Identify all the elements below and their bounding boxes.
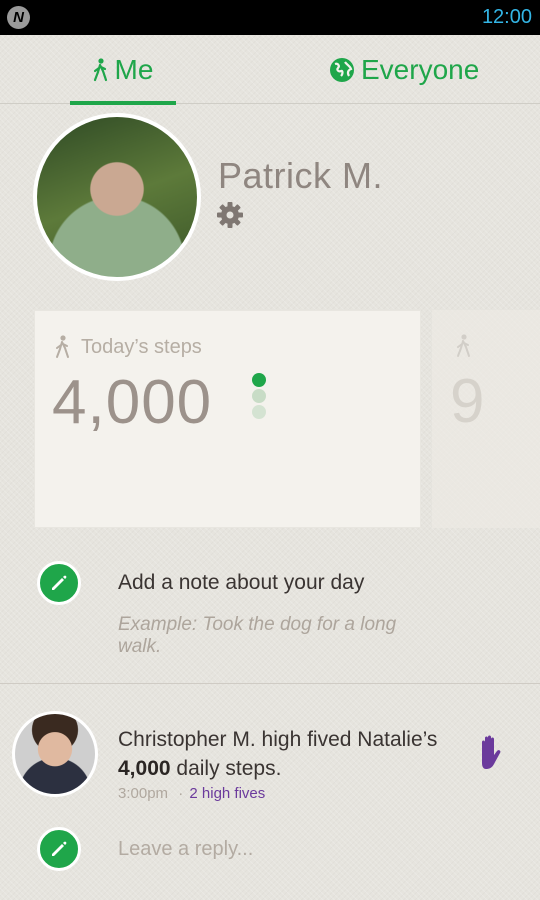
level-dot <box>252 389 266 403</box>
note-example: Example: Took the dog for a long walk. <box>118 614 397 657</box>
next-card-peek[interactable] <box>432 310 540 528</box>
activity-time: 3:00pm <box>118 785 169 802</box>
high-five-hand-icon[interactable] <box>474 733 508 771</box>
walker-icon <box>93 57 109 82</box>
walker-icon <box>55 335 71 359</box>
profile-name: Patrick M. <box>218 155 384 196</box>
reply-input[interactable] <box>118 835 498 863</box>
tab-me-label: Me <box>114 53 154 85</box>
tab-everyone-label: Everyone <box>361 53 480 85</box>
add-note-button[interactable] <box>37 561 81 605</box>
status-clock: 12:00 <box>481 6 532 28</box>
level-dot-active <box>252 373 266 387</box>
high-fives-count[interactable]: 2 high fives <box>189 785 265 802</box>
reply-button[interactable] <box>37 827 81 871</box>
commenter-photo <box>15 714 95 794</box>
tab-bar: Me Everyone <box>0 35 540 105</box>
steps-label: Today’s steps <box>55 335 202 359</box>
activity-steps: 4,000 <box>118 757 171 780</box>
divider <box>0 683 540 684</box>
steps-value: 4,000 <box>52 368 213 437</box>
pencil-icon <box>52 841 67 856</box>
level-dot <box>252 405 266 419</box>
globe-icon <box>329 57 355 83</box>
activity-text: Christopher M. high fived Natalie’s 4,00… <box>118 725 448 783</box>
steps-label-text: Today’s steps <box>81 335 202 358</box>
gear-icon[interactable] <box>215 200 245 230</box>
tab-me[interactable]: Me <box>70 35 176 105</box>
profile-avatar[interactable] <box>33 113 201 281</box>
next-card-value: 9 <box>450 367 485 436</box>
tab-everyone[interactable]: Everyone <box>329 35 479 104</box>
walker-icon <box>456 334 472 363</box>
meta-separator: · <box>178 785 184 802</box>
app-logo-icon: N <box>7 6 30 29</box>
pencil-icon <box>52 575 67 590</box>
profile-photo <box>37 117 197 277</box>
activity-meta: 3:00pm · 2 high fives <box>118 785 265 802</box>
activity-text-after: daily steps. <box>170 757 282 780</box>
todays-steps-card[interactable]: Today’s steps 4,000 <box>34 310 421 528</box>
commenter-avatar[interactable] <box>12 711 98 797</box>
status-bar: N 12:00 <box>0 0 540 35</box>
tab-selected-indicator <box>70 101 176 105</box>
activity-text-before: Christopher M. high fived Natalie’s <box>118 728 438 751</box>
steps-level-indicator <box>252 373 266 421</box>
note-title[interactable]: Add a note about your day <box>118 571 364 595</box>
